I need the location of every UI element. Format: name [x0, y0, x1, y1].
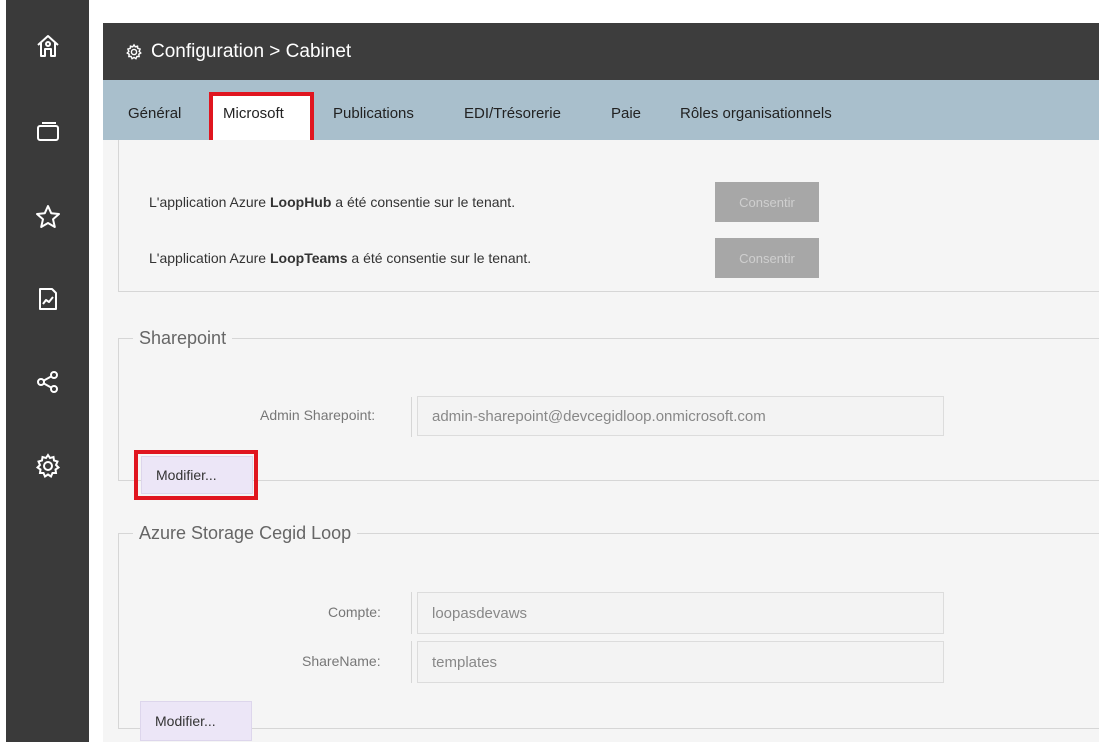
share-icon[interactable] [32, 366, 64, 398]
sidebar [6, 0, 89, 742]
screens-icon[interactable] [32, 116, 64, 148]
consent-suffix: a été consentie sur le tenant. [347, 250, 532, 266]
field-divider [411, 397, 412, 437]
report-icon[interactable] [32, 283, 64, 315]
consent-text-loophub: L'application Azure LoopHub a été consen… [149, 194, 515, 210]
settings-icon[interactable] [32, 450, 64, 482]
azure-storage-legend: Azure Storage Cegid Loop [139, 523, 352, 543]
admin-sharepoint-field[interactable]: admin-sharepoint@devcegidloop.onmicrosof… [417, 396, 944, 436]
content-area: L'application Azure LoopHub a été consen… [103, 140, 1099, 742]
field-divider [411, 641, 412, 683]
admin-sharepoint-label: Admin Sharepoint: [260, 407, 376, 423]
app-name-loopteams: LoopTeams [269, 250, 348, 266]
page-title: Configuration > Cabinet [151, 40, 352, 62]
star-icon[interactable] [32, 201, 64, 233]
title-bar: Configuration > Cabinet [103, 23, 1099, 80]
consent-button-loophub[interactable]: Consentir [715, 182, 819, 222]
main-panel: Configuration > Cabinet Général Microsof… [103, 8, 1099, 742]
tab-microsoft[interactable]: Microsoft [223, 105, 284, 122]
compte-label: Compte: [328, 604, 381, 620]
consent-prefix: L'application Azure [149, 194, 270, 210]
consent-button-loopteams[interactable]: Consentir [715, 238, 819, 278]
consent-prefix: L'application Azure [149, 250, 270, 266]
modify-button-highlight [134, 450, 258, 500]
home-icon[interactable] [32, 30, 64, 62]
sharepoint-legend: Sharepoint [139, 328, 227, 348]
tab-general[interactable]: Général [128, 105, 181, 122]
sharename-field[interactable]: templates [417, 641, 944, 683]
azure-storage-modify-button[interactable]: Modifier... [140, 701, 252, 741]
compte-field[interactable]: loopasdevaws [417, 592, 944, 634]
app-name-loophub: LoopHub [269, 194, 332, 210]
tab-edi-tresorerie[interactable]: EDI/Trésorerie [464, 105, 561, 122]
tab-publications[interactable]: Publications [333, 105, 414, 122]
sharename-label: ShareName: [302, 653, 381, 669]
gear-icon [125, 43, 143, 61]
consent-text-loopteams: L'application Azure LoopTeams a été cons… [149, 250, 531, 266]
tab-bar: Général Microsoft Publications EDI/Tréso… [103, 80, 1099, 144]
tab-roles-organisationnels[interactable]: Rôles organisationnels [680, 105, 832, 122]
tab-paie[interactable]: Paie [611, 105, 641, 122]
sharepoint-section: Sharepoint Admin Sharepoint: admin-share… [118, 328, 1099, 500]
consent-panel: L'application Azure LoopHub a été consen… [118, 140, 1099, 292]
field-divider [411, 592, 412, 634]
consent-suffix: a été consentie sur le tenant. [331, 194, 516, 210]
azure-storage-section: Azure Storage Cegid Loop Compte: loopasd… [118, 523, 1099, 741]
